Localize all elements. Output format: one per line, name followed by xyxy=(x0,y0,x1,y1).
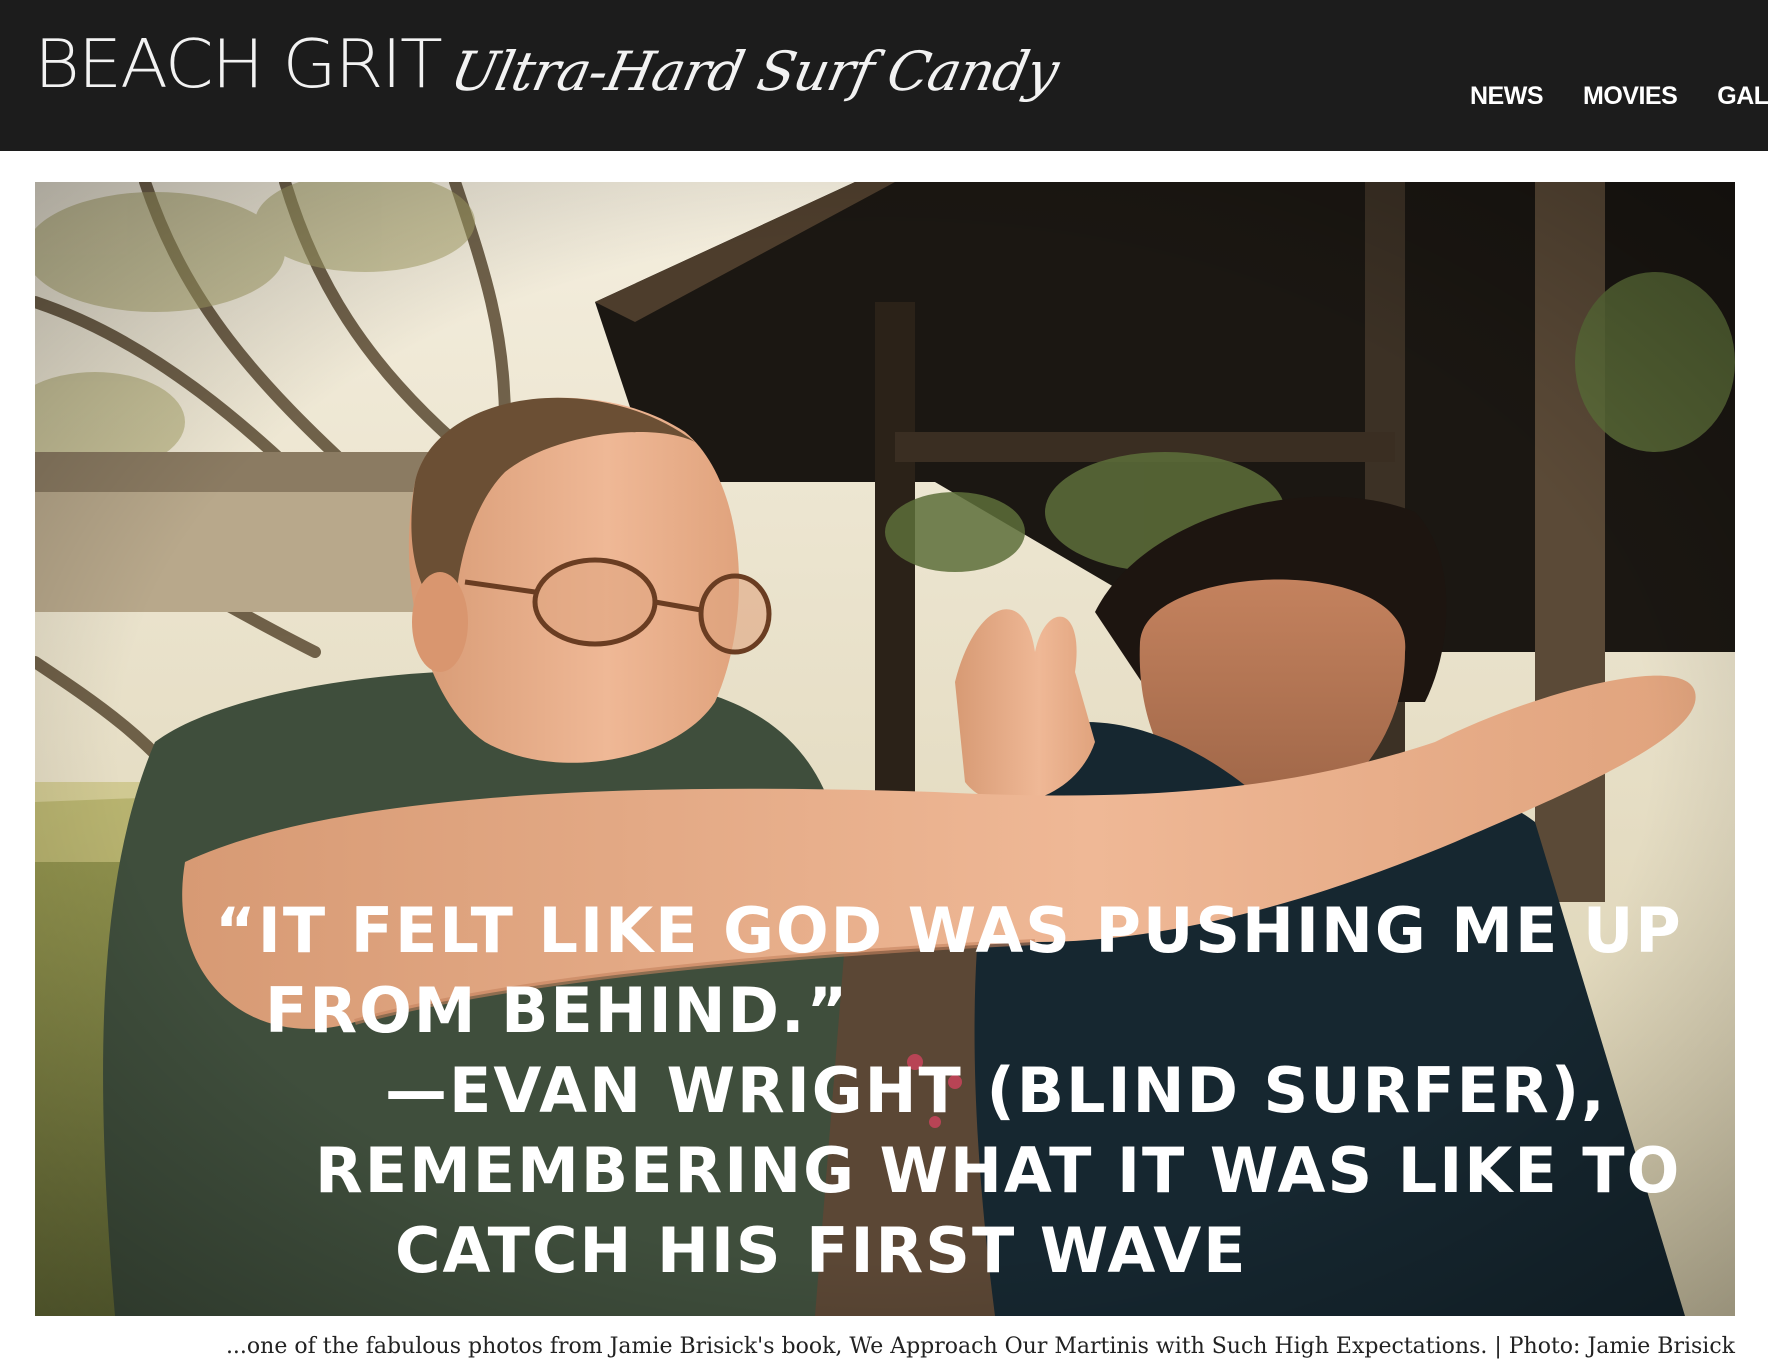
site-header: BEACH GRIT Ultra-Hard Surf Candy NEWS MO… xyxy=(0,0,1768,151)
quote-line-4: REMEMBERING WHAT IT WAS LIKE TO xyxy=(315,1134,1681,1207)
nav-item-gals[interactable]: GALS xyxy=(1717,82,1768,111)
site-tagline: Ultra-Hard Surf Candy xyxy=(445,40,1064,103)
quote-line-5: CATCH HIS FIRST WAVE xyxy=(395,1214,1248,1287)
featured-photo: “IT FELT LIKE GOD WAS PUSHING ME UP FROM… xyxy=(35,182,1735,1316)
quote-line-2: FROM BEHIND.” xyxy=(265,974,849,1047)
site-logo[interactable]: BEACH GRIT xyxy=(34,26,443,102)
quote-line-3: —EVAN WRIGHT (BLIND SURFER), xyxy=(385,1054,1607,1127)
photo-caption: ...one of the fabulous photos from Jamie… xyxy=(225,1334,1735,1359)
nav-item-news[interactable]: NEWS xyxy=(1470,82,1544,111)
quote-line-1: “IT FELT LIKE GOD WAS PUSHING ME UP xyxy=(215,894,1683,967)
nav-item-movies[interactable]: MOVIES xyxy=(1583,82,1678,111)
main-nav: NEWS MOVIES GALS xyxy=(1470,82,1768,111)
